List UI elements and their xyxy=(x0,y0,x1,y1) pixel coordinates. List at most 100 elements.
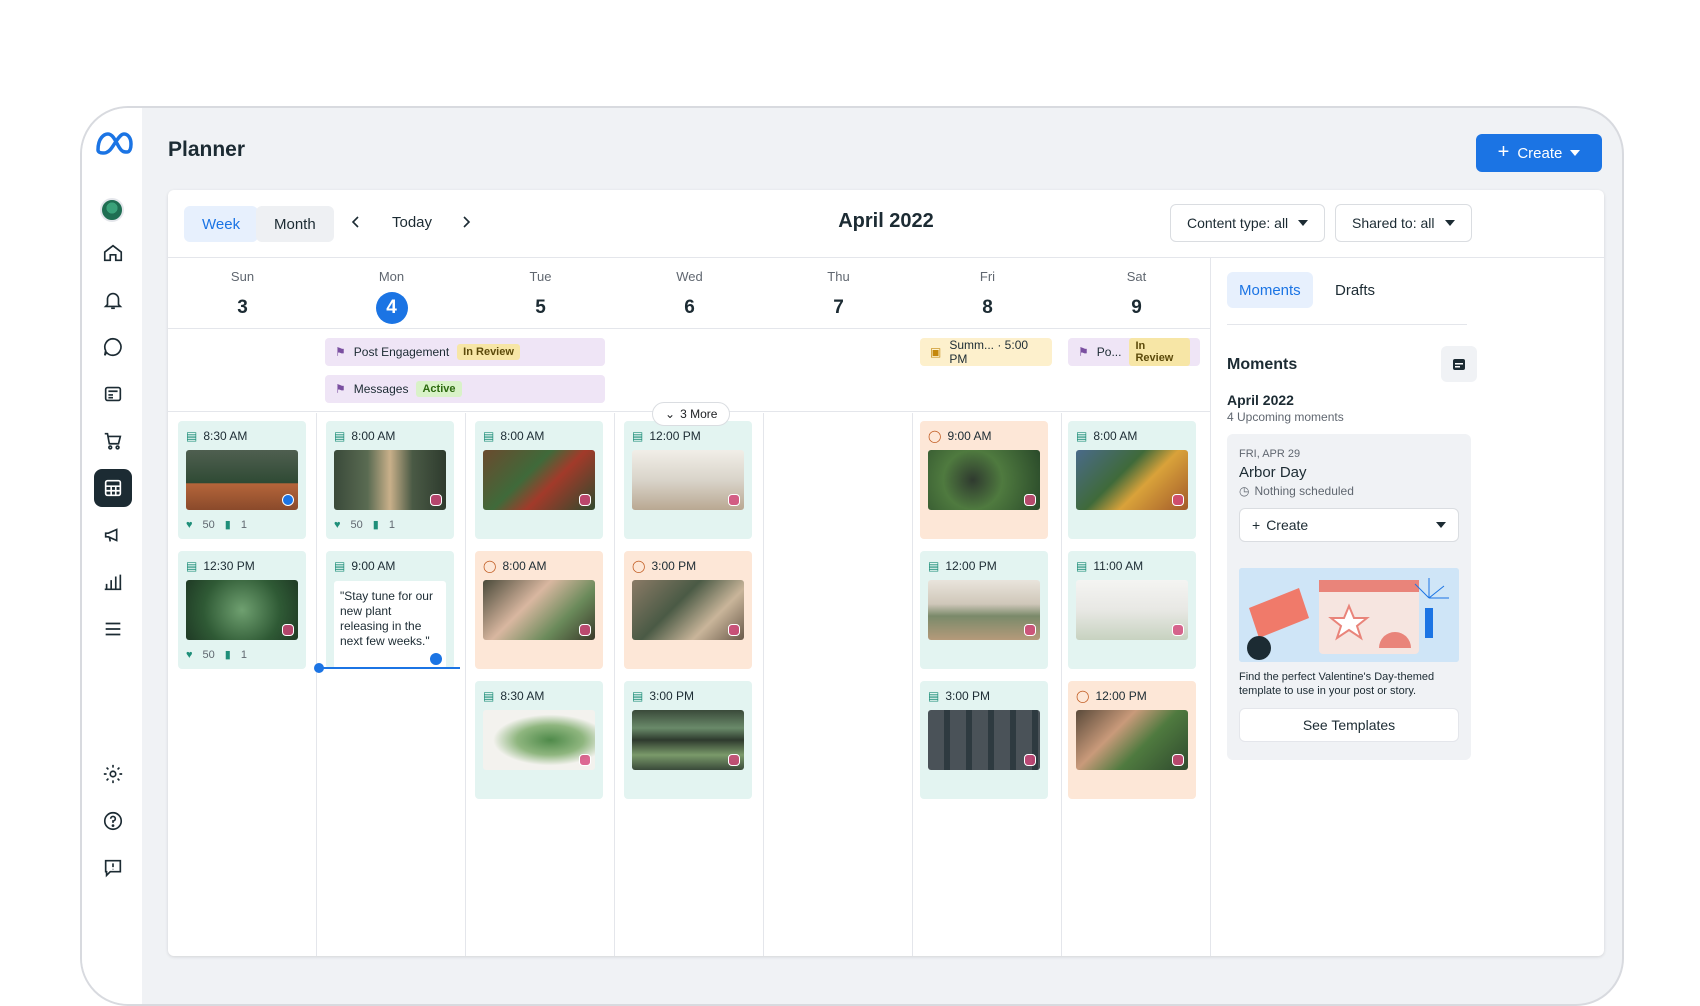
tab-week[interactable]: Week xyxy=(184,206,259,242)
column-divider xyxy=(465,413,466,956)
content-icon[interactable] xyxy=(94,375,132,413)
day-header[interactable]: Wed 6 xyxy=(615,259,764,329)
create-button[interactable]: + Create xyxy=(1476,134,1602,172)
clock-icon: ◷ xyxy=(1239,484,1250,498)
post-time: 12:30 PM xyxy=(203,559,255,573)
meta-logo-icon xyxy=(96,132,133,155)
post-card[interactable]: ▤ 8:30 AM ♥ 50 ▮ 1 xyxy=(178,421,306,539)
day-header[interactable]: Fri 8 xyxy=(913,259,1062,329)
post-image xyxy=(1076,710,1188,770)
insights-icon[interactable] xyxy=(94,563,132,601)
post-icon: ▤ xyxy=(928,559,940,573)
megaphone-icon: ⚑ xyxy=(335,345,346,359)
shop-icon[interactable] xyxy=(94,422,132,460)
post-icon: ▤ xyxy=(186,559,198,573)
moment-card: FRI, APR 29 Arbor Day ◷ Nothing schedule… xyxy=(1227,434,1471,760)
tab-month[interactable]: Month xyxy=(256,206,334,242)
plus-icon: + xyxy=(1497,141,1510,163)
post-time: 8:00 AM xyxy=(351,429,396,443)
day-header[interactable]: Thu 7 xyxy=(764,259,913,329)
day-header[interactable]: Sun 3 xyxy=(168,259,317,329)
instagram-icon xyxy=(579,754,591,766)
ad-messages[interactable]: ⚑ Messages Active xyxy=(325,375,605,403)
megaphone-icon[interactable] xyxy=(94,516,132,554)
home-icon[interactable] xyxy=(94,234,132,272)
post-time: 8:30 AM xyxy=(203,429,248,443)
post-image xyxy=(186,580,298,640)
feedback-icon[interactable] xyxy=(94,849,132,887)
post-card[interactable]: ▤ 3:00 PM xyxy=(624,681,752,799)
post-icon: ▤ xyxy=(632,689,644,703)
post-card-scheduled[interactable]: ◯ 9:00 AM xyxy=(920,421,1048,539)
day-of-week: Sun xyxy=(230,269,255,284)
more-events-button[interactable]: ⌄ 3 More xyxy=(652,402,731,426)
bell-icon[interactable] xyxy=(94,281,132,319)
comment-icon: ▮ xyxy=(372,519,379,531)
content-type-filter[interactable]: Content type: all xyxy=(1170,204,1326,242)
post-card[interactable]: ▤ 12:00 PM xyxy=(920,551,1048,669)
today-button[interactable]: Today xyxy=(392,214,432,231)
help-icon[interactable] xyxy=(94,802,132,840)
post-card-scheduled[interactable]: ◯ 12:00 PM xyxy=(1068,681,1196,799)
planner-icon[interactable] xyxy=(94,469,132,507)
ad-po[interactable]: ⚑ Po... In Review xyxy=(1068,338,1200,366)
chat-icon[interactable] xyxy=(94,328,132,366)
day-header[interactable]: Tue 5 xyxy=(466,259,615,329)
post-card[interactable]: ▤ 12:30 PM ♥ 50 ▮ 1 xyxy=(178,551,306,669)
day-number: 5 xyxy=(535,297,546,318)
post-card[interactable]: ▤ 11:00 AM xyxy=(1068,551,1196,669)
post-card[interactable]: ▤ 9:00 AM "Stay tune for our new plant re… xyxy=(326,551,454,669)
column-divider xyxy=(763,413,764,956)
comments-count: 1 xyxy=(388,518,395,531)
day-of-week: Tue xyxy=(529,269,552,284)
post-icon: ▤ xyxy=(334,429,346,443)
post-image xyxy=(632,710,744,770)
likes-count: 50 xyxy=(202,648,215,661)
post-card[interactable]: ▤ 8:00 AM ♥ 50 ▮ 1 xyxy=(326,421,454,539)
post-card[interactable]: ▤ 8:30 AM xyxy=(475,681,603,799)
day-header[interactable]: Mon 4 xyxy=(317,259,466,329)
scheduled-icon: ◯ xyxy=(483,559,497,573)
gear-icon[interactable] xyxy=(94,755,132,793)
chevron-left-icon[interactable] xyxy=(350,216,362,228)
instagram-icon xyxy=(282,624,294,636)
post-time: 11:00 AM xyxy=(1093,559,1144,573)
ad-post-engagement[interactable]: ⚑ Post Engagement In Review xyxy=(325,338,605,366)
planner-panel: Week Month Today April 2022 Content type… xyxy=(168,190,1604,956)
moment-create-button[interactable]: + Create xyxy=(1239,508,1459,542)
post-time: 3:00 PM xyxy=(945,689,991,703)
instagram-icon xyxy=(430,494,442,506)
post-time: 9:00 AM xyxy=(947,429,992,443)
shared-to-filter[interactable]: Shared to: all xyxy=(1335,204,1472,242)
comment-icon: ▮ xyxy=(224,519,231,531)
chevron-right-icon[interactable] xyxy=(460,216,472,228)
heart-icon: ♥ xyxy=(334,518,341,531)
tab-drafts[interactable]: Drafts xyxy=(1323,272,1387,308)
megaphone-icon: ⚑ xyxy=(335,382,346,396)
instagram-icon xyxy=(579,494,591,506)
post-icon: ▤ xyxy=(1076,429,1088,443)
post-time: 9:00 AM xyxy=(351,559,396,573)
post-card[interactable]: ▤ 3:00 PM xyxy=(920,681,1048,799)
ad-label: Po... xyxy=(1096,345,1122,359)
plus-icon: + xyxy=(1252,517,1261,533)
page-avatar[interactable] xyxy=(100,198,124,222)
post-image xyxy=(186,450,298,510)
comments-count: 1 xyxy=(240,648,247,661)
post-card[interactable]: ▤ 8:00 AM xyxy=(1068,421,1196,539)
day-header[interactable]: Sat 9 xyxy=(1062,259,1211,329)
upcoming-count: 4 Upcoming moments xyxy=(1227,410,1344,424)
calendar-icon[interactable] xyxy=(1441,346,1477,382)
heart-icon: ♥ xyxy=(186,518,193,531)
day-number-today: 4 xyxy=(375,292,408,324)
menu-icon[interactable] xyxy=(94,610,132,648)
post-card-scheduled[interactable]: ◯ 3:00 PM xyxy=(624,551,752,669)
event-summ[interactable]: ▣ Summ... · 5:00 PM xyxy=(920,338,1052,366)
day-of-week: Fri xyxy=(979,269,996,284)
post-card[interactable]: ▤ 8:00 AM xyxy=(475,421,603,539)
see-templates-button[interactable]: See Templates xyxy=(1239,708,1459,742)
post-card[interactable]: ▤ 12:00 PM xyxy=(624,421,752,539)
week-grid: ▤ 8:30 AM ♥ 50 ▮ 1 ▤ 12:30 PM ♥ 50 ▮ 1 ▤ 8:00 AM … xyxy=(168,413,1210,956)
tab-moments[interactable]: Moments xyxy=(1227,272,1313,308)
post-card-scheduled[interactable]: ◯ 8:00 AM xyxy=(475,551,603,669)
